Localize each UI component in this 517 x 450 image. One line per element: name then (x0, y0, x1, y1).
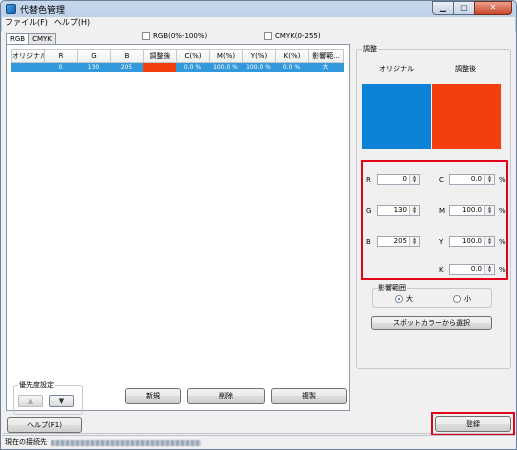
help-button[interactable]: ヘルプ(F1) (7, 417, 82, 433)
app-icon (6, 4, 16, 14)
menu-bar: ファイル(F) ヘルプ(H) (2, 17, 515, 29)
c-field[interactable]: 0.0 ▲ ▼ (449, 174, 495, 185)
b-spin-arrows[interactable]: ▲ ▼ (409, 237, 419, 246)
tab-pane-rgb: オリジナル R G B 調整後 C(%) M(%) Y(%) K(%) 影響範.… (6, 44, 352, 415)
priority-group: 優先度設定 ▲ ▼ (13, 380, 83, 415)
close-button[interactable]: ✕ (474, 1, 512, 15)
r-spin-arrows[interactable]: ▲ ▼ (409, 175, 419, 184)
value-entry-highlight: R 0 ▲ ▼ G 130 ▲ ▼ B 205 ▲ ▼ C 0.0 ▲ ▼ % M 100.0 ▲… (361, 160, 508, 280)
k-label: K (439, 266, 444, 274)
cell-r: 0 (44, 63, 78, 72)
cell-k: 0.0 % (275, 63, 309, 72)
table-row[interactable]: 0 130 205 0.0 % 100.0 % 100.0 % 0.0 % 大 (11, 63, 352, 72)
menu-help[interactable]: ヘルプ(H) (51, 17, 93, 29)
range-large-label: 大 (406, 295, 413, 303)
title-bar: 代替色管理 ▁ ▢ ✕ (1, 1, 516, 17)
cell-range: 大 (308, 63, 344, 72)
y-label: Y (439, 238, 444, 246)
cmyk-range-checkbox[interactable] (264, 32, 272, 40)
rgb-percent-checkbox[interactable] (142, 32, 150, 40)
c-spin-arrows[interactable]: ▲ ▼ (484, 175, 494, 184)
k-percent: % (499, 266, 506, 274)
status-value-blurred (51, 440, 201, 446)
priority-down-button[interactable]: ▼ (49, 395, 74, 407)
menu-file[interactable]: ファイル(F) (2, 17, 51, 29)
col-y[interactable]: Y(%) (242, 49, 276, 63)
maximize-button[interactable]: ▢ (453, 1, 475, 15)
c-label: C (439, 176, 444, 184)
duplicate-button[interactable]: 複製 (271, 388, 347, 404)
y-spin-arrows[interactable]: ▲ ▼ (484, 237, 494, 246)
g-spin-arrows[interactable]: ▲ ▼ (409, 206, 419, 215)
app-window: 代替色管理 ▁ ▢ ✕ ファイル(F) ヘルプ(H) RGB CMYK RGB(… (0, 0, 517, 450)
col-adjusted[interactable]: 調整後 (143, 49, 177, 63)
k-field[interactable]: 0.0 ▲ ▼ (449, 264, 495, 275)
cell-y: 100.0 % (242, 63, 276, 72)
cell-c: 0.0 % (176, 63, 210, 72)
client-area: RGB CMYK RGB(0%-100%) CMYK(0-255) オリジナル … (2, 29, 516, 436)
rgb-percent-option[interactable]: RGB(0%-100%) (142, 32, 207, 40)
adjusted-color-preview (432, 84, 501, 149)
m-label: M (439, 207, 446, 215)
cell-m: 100.0 % (209, 63, 243, 72)
adjust-group: 調整 オリジナル 調整後 R 0 ▲ ▼ G 130 ▲ ▼ B 205 ▲ ▼ C 0.0… (356, 44, 511, 369)
window-title: 代替色管理 (20, 6, 66, 16)
color-table: オリジナル R G B 調整後 C(%) M(%) Y(%) K(%) 影響範.… (11, 49, 352, 72)
priority-label: 優先度設定 (18, 380, 55, 390)
range-small-label: 小 (464, 295, 471, 303)
col-range[interactable]: 影響範... (308, 49, 344, 63)
status-bar: 現在の接続先 (2, 435, 515, 449)
cell-g: 130 (77, 63, 111, 72)
col-k[interactable]: K(%) (275, 49, 309, 63)
col-c[interactable]: C(%) (176, 49, 210, 63)
cmyk-range-option[interactable]: CMYK(0-255) (264, 32, 321, 40)
original-preview-label: オリジナル (379, 65, 414, 73)
minimize-button[interactable]: ▁ (432, 1, 454, 15)
cell-adjusted-swatch (143, 63, 177, 72)
c-percent: % (499, 176, 506, 184)
col-original[interactable]: オリジナル (11, 49, 45, 63)
col-r[interactable]: R (44, 49, 78, 63)
col-b[interactable]: B (110, 49, 144, 63)
m-spin-arrows[interactable]: ▲ ▼ (484, 206, 494, 215)
tab-cmyk[interactable]: CMYK (28, 33, 56, 44)
delete-button[interactable]: 削除 (187, 388, 265, 404)
new-button[interactable]: 新規 (125, 388, 181, 404)
m-percent: % (499, 207, 506, 215)
range-small-radio[interactable] (453, 295, 461, 303)
cmyk-range-label: CMYK(0-255) (275, 32, 321, 40)
register-button[interactable]: 登録 (435, 416, 511, 432)
range-large-radio[interactable] (395, 295, 403, 303)
adjust-label: 調整 (362, 44, 378, 54)
y-field[interactable]: 100.0 ▲ ▼ (449, 236, 495, 247)
r-field[interactable]: 0 ▲ ▼ (377, 174, 420, 185)
y-percent: % (499, 238, 506, 246)
range-large-option[interactable]: 大 (395, 294, 413, 304)
k-spin-arrows[interactable]: ▲ ▼ (484, 265, 494, 274)
m-field[interactable]: 100.0 ▲ ▼ (449, 205, 495, 216)
g-label: G (366, 207, 372, 215)
status-label: 現在の接続先 (5, 438, 47, 446)
rgb-percent-label: RGB(0%-100%) (153, 32, 208, 40)
range-small-option[interactable]: 小 (453, 294, 471, 304)
cell-b: 205 (110, 63, 144, 72)
cell-original-swatch (11, 63, 45, 72)
priority-up-button[interactable]: ▲ (18, 395, 43, 407)
spot-color-button[interactable]: スポットカラーから選択 (371, 316, 492, 330)
b-field[interactable]: 205 ▲ ▼ (377, 236, 420, 247)
g-field[interactable]: 130 ▲ ▼ (377, 205, 420, 216)
original-color-preview (362, 84, 431, 149)
table-header: オリジナル R G B 調整後 C(%) M(%) Y(%) K(%) 影響範.… (11, 49, 352, 63)
range-label: 影響範囲 (377, 283, 407, 293)
b-label: B (366, 238, 371, 246)
col-m[interactable]: M(%) (209, 49, 243, 63)
range-group: 影響範囲 大 小 (372, 283, 492, 308)
adjusted-preview-label: 調整後 (455, 65, 476, 73)
r-label: R (366, 176, 371, 184)
col-g[interactable]: G (77, 49, 111, 63)
